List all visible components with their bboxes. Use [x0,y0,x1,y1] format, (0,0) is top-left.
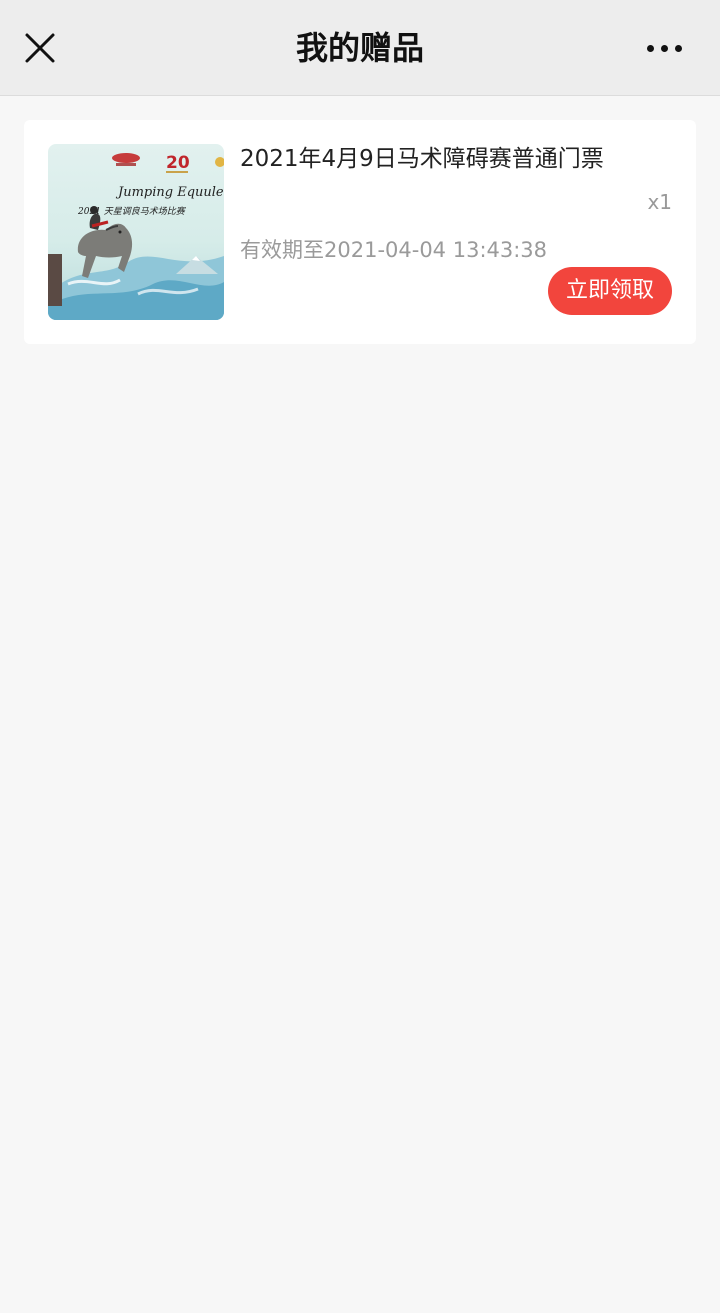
page-title: 我的赠品 [295,29,424,67]
gift-title: 2021年4月9日马术障碍赛普通门票 [240,146,604,172]
gift-expiry-date: 有效期至2021-04-04 13:43:38 [240,238,548,262]
claim-now-button[interactable]: 立即领取 [548,267,672,315]
more-options-button[interactable] [636,24,692,72]
close-button[interactable] [18,22,62,74]
gift-quantity: x1 [647,190,672,214]
poster-headline: Jumping Equuleus [115,185,224,200]
poster-badge: 20 [166,153,190,173]
top-nav-bar: 我的赠品 [0,0,720,96]
gift-thumbnail: 20 Jumping Equuleus 2021 天星调良马术场比赛 [48,144,224,320]
more-dots-icon [646,44,654,52]
event-poster-image: 20 Jumping Equuleus 2021 天星调良马术场比赛 [48,144,224,320]
close-icon [25,33,55,63]
gift-card[interactable]: 20 Jumping Equuleus 2021 天星调良马术场比赛 [24,120,696,344]
